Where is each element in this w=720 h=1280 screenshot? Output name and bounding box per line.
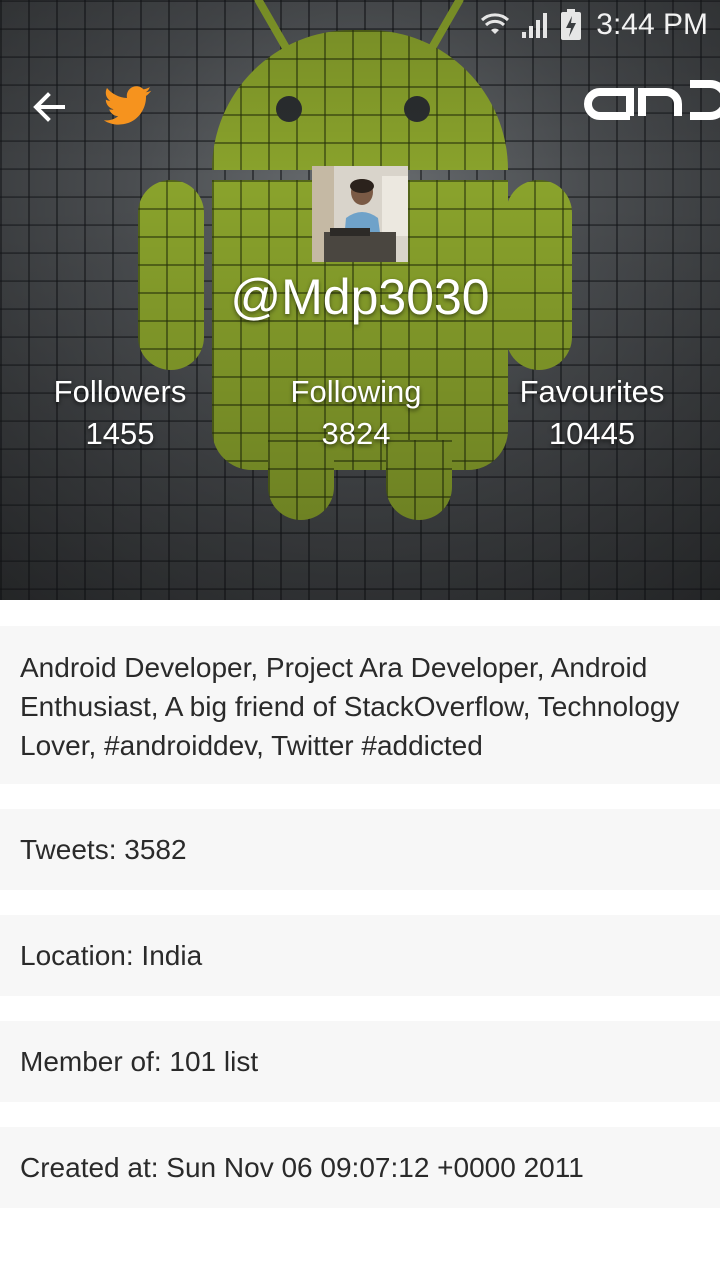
and-brand-logo: [584, 80, 720, 120]
twitter-bird-icon[interactable]: [104, 84, 152, 128]
following-count: 3824: [321, 416, 391, 451]
following-label: Following: [290, 374, 422, 409]
location-card: Location: India: [0, 915, 720, 996]
stat-followers[interactable]: Followers 1455: [20, 372, 220, 454]
arrow-left-icon: [33, 92, 65, 122]
back-button[interactable]: [26, 84, 72, 130]
status-time: 3:44 PM: [596, 8, 708, 41]
bio-card: Android Developer, Project Ara Developer…: [0, 626, 720, 784]
profile-header: 3:44 PM @Mdp3030 Followers 1455 Followin…: [0, 0, 720, 600]
tweets-card: Tweets: 3582: [0, 809, 720, 890]
battery-charging-icon: [561, 9, 582, 40]
favourites-count: 10445: [548, 416, 636, 451]
followers-label: Followers: [53, 374, 187, 409]
profile-photo: [312, 166, 408, 262]
wifi-icon: [481, 13, 510, 34]
tweets-count: Tweets: 3582: [20, 833, 187, 865]
member-of-card: Member of: 101 list: [0, 1021, 720, 1102]
avatar[interactable]: [312, 166, 408, 262]
status-icons: 3:44 PM: [480, 6, 708, 44]
stat-favourites[interactable]: Favourites 10445: [492, 372, 692, 454]
location-text: Location: India: [20, 939, 203, 971]
created-at-text: Created at: Sun Nov 06 09:07:12 +0000 20…: [20, 1151, 584, 1183]
created-at-card: Created at: Sun Nov 06 09:07:12 +0000 20…: [0, 1127, 720, 1208]
signal-icon: [522, 13, 548, 38]
favourites-label: Favourites: [519, 374, 665, 409]
stat-following[interactable]: Following 3824: [256, 372, 456, 454]
status-bar: 3:44 PM: [0, 0, 720, 50]
member-of-text: Member of: 101 list: [20, 1045, 259, 1077]
profile-handle: @Mdp3030: [230, 269, 490, 325]
followers-count: 1455: [85, 416, 155, 451]
